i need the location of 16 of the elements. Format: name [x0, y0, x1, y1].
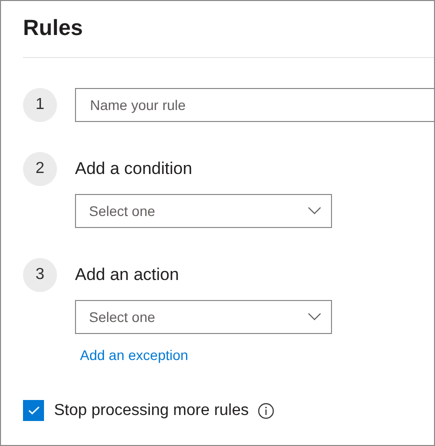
step-label: Add a condition	[75, 159, 192, 179]
dropdown[interactable]: Select one	[75, 194, 332, 228]
checkbox-label: Stop processing more rules	[54, 402, 249, 420]
info-icon[interactable]	[258, 402, 274, 418]
step-number: 3	[23, 258, 57, 292]
step-label: Add an action	[75, 265, 179, 285]
panel-title: Rules	[22, 14, 83, 42]
chevron-down-icon	[308, 207, 321, 215]
step-number: 2	[23, 152, 57, 186]
step-number: 1	[23, 88, 57, 122]
checkbox[interactable]	[23, 400, 44, 421]
name-field[interactable]: Name your rule	[75, 88, 434, 122]
checkmark-icon	[28, 406, 40, 415]
chevron-down-icon	[308, 313, 321, 321]
add-exception-link[interactable]: Add an exception	[80, 347, 188, 363]
dropdown[interactable]: Select one	[75, 300, 332, 334]
